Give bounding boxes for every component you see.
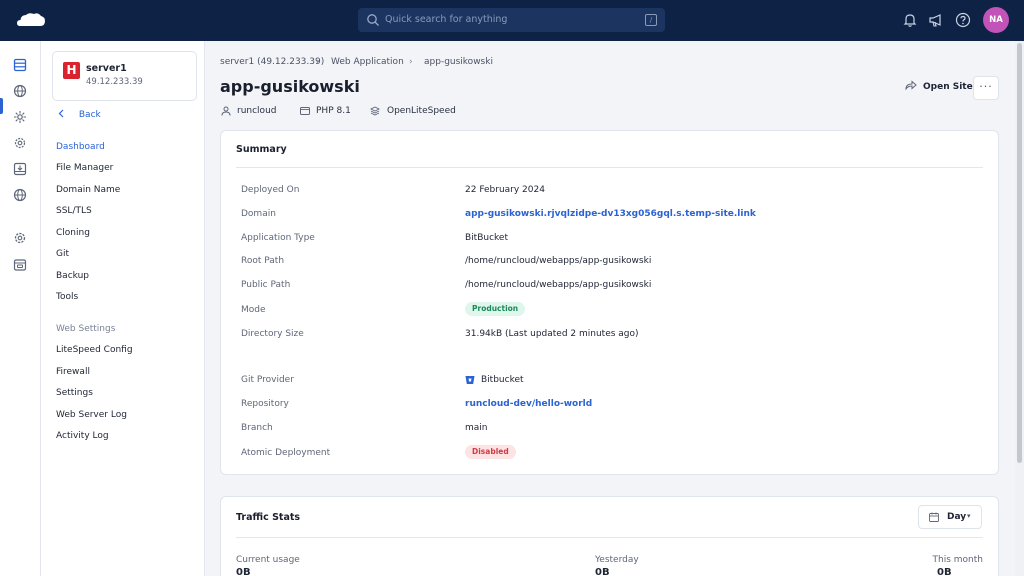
summary-title: Summary [236,144,287,155]
server-ip: 49.12.233.39 [86,77,143,87]
stat-label-yesterday: Yesterday [595,555,639,565]
period-label: Day [947,512,967,522]
summary-card: Summary Deployed On 22 February 2024 Dom… [220,130,999,475]
traffic-divider [236,537,983,538]
user-icon [221,106,231,116]
nav-litespeed-config[interactable]: LiteSpeed Config [56,345,133,355]
runcloud-logo-icon[interactable] [16,11,46,29]
stat-label-current-usage: Current usage [236,555,300,565]
row-value-root-path: /home/runcloud/webapps/app-gusikowski [465,256,652,266]
meta-user: runcloud [237,106,277,116]
archive-icon[interactable] [13,258,27,272]
nav-backup[interactable]: Backup [56,271,89,281]
row-value-git-provider: Bitbucket [481,375,524,385]
meta-web-server: OpenLiteSpeed [387,106,456,116]
row-label-directory-size: Directory Size [241,329,304,339]
app-sidebar: H server1 49.12.233.39 Back Dashboard Fi… [41,41,205,576]
nav-file-manager[interactable]: File Manager [56,163,113,173]
row-label-mode: Mode [241,305,266,315]
server-name: server1 [86,63,127,74]
breadcrumb-separator: › [316,57,320,67]
atomic-deployment-badge: Disabled [465,445,516,459]
page-title: app-gusikowski [220,77,360,96]
integrations-icon[interactable] [13,110,27,124]
nav-cloning[interactable]: Cloning [56,228,90,238]
row-label-repository: Repository [241,399,289,409]
nav-git[interactable]: Git [56,249,69,259]
megaphone-icon[interactable] [928,12,944,28]
stat-value-this-month: 0B [937,567,952,576]
top-bar: Quick search for anything / NA [0,0,1024,41]
bell-icon[interactable] [902,12,918,28]
stat-label-this-month: This month [932,555,983,565]
web-server-stack-icon [370,106,380,116]
back-link[interactable]: Back [56,109,101,120]
nav-settings[interactable]: Settings [56,388,93,398]
domain-link[interactable]: app-gusikowski.rjvqlzidpe-dv13xg056gql.s… [465,209,756,219]
row-label-branch: Branch [241,423,273,433]
help-icon[interactable] [955,12,971,28]
breadcrumb-server[interactable]: server1 (49.12.233.39) [220,57,324,67]
row-value-directory-size: 31.94kB (Last updated 2 minutes ago) [465,329,639,339]
breadcrumb-separator: › [409,57,413,67]
mode-badge: Production [465,302,526,316]
chevron-left-icon [58,109,64,118]
row-value-deployed-on: 22 February 2024 [465,185,545,195]
repository-link[interactable]: runcloud-dev/hello-world [465,399,592,409]
row-label-root-path: Root Path [241,256,285,266]
nav-tools[interactable]: Tools [56,292,78,302]
breadcrumb-web-application[interactable]: Web Application [331,57,404,67]
settings-cog-icon[interactable] [13,136,27,150]
dns-globe-icon[interactable] [13,188,27,202]
page-scrollbar-thumb[interactable] [1017,43,1022,463]
row-label-deployed-on: Deployed On [241,185,300,195]
gear-icon[interactable] [13,231,27,245]
nav-ssl-tls[interactable]: SSL/TLS [56,206,92,216]
web-settings-heading: Web Settings [56,324,116,334]
traffic-stats-card: Traffic Stats Day ▾ Current usage 0B Yes… [220,496,999,576]
back-label: Back [78,110,101,120]
period-dropdown[interactable]: Day ▾ [918,505,982,529]
rail-active-indicator [0,98,3,114]
nav-domain-name[interactable]: Domain Name [56,185,120,195]
row-label-atomic-deployment: Atomic Deployment [241,448,331,458]
nav-web-server-log[interactable]: Web Server Log [56,410,127,420]
row-label-public-path: Public Path [241,280,291,290]
row-label-git-provider: Git Provider [241,375,294,385]
row-value-public-path: /home/runcloud/webapps/app-gusikowski [465,280,652,290]
search-icon [367,14,379,26]
servers-icon[interactable] [13,58,27,72]
breadcrumb-current: app-gusikowski [424,57,493,67]
row-value-application-type: BitBucket [465,233,508,243]
nav-activity-log[interactable]: Activity Log [56,431,109,441]
traffic-stats-title: Traffic Stats [236,512,301,523]
search-shortcut-hint: / [645,14,657,26]
row-label-application-type: Application Type [241,233,315,243]
server-card[interactable]: H server1 49.12.233.39 [52,51,197,101]
bitbucket-icon [465,376,475,384]
chevron-down-icon: ▾ [967,512,971,520]
user-avatar[interactable]: NA [983,7,1009,33]
calendar-icon [929,512,939,522]
share-arrow-icon [905,80,917,90]
row-label-domain: Domain [241,209,276,219]
stat-value-current-usage: 0B [236,567,251,576]
open-site-label: Open Site [923,82,973,92]
nav-dashboard[interactable]: Dashboard [56,142,105,152]
search-input[interactable]: Quick search for anything [385,14,507,25]
globe-icon[interactable] [13,84,27,98]
stat-value-yesterday: 0B [595,567,610,576]
nav-firewall[interactable]: Firewall [56,367,90,377]
php-version-icon [300,107,310,115]
summary-divider [236,167,983,168]
download-tray-icon[interactable] [13,162,27,176]
hetzner-logo: H [63,62,80,79]
open-site-button[interactable]: Open Site [905,80,973,92]
more-options-button[interactable]: ··· [973,76,999,100]
quick-search[interactable]: Quick search for anything / [358,8,665,32]
meta-php-version: PHP 8.1 [316,106,351,116]
icon-rail [0,41,41,576]
row-value-branch: main [465,423,488,433]
